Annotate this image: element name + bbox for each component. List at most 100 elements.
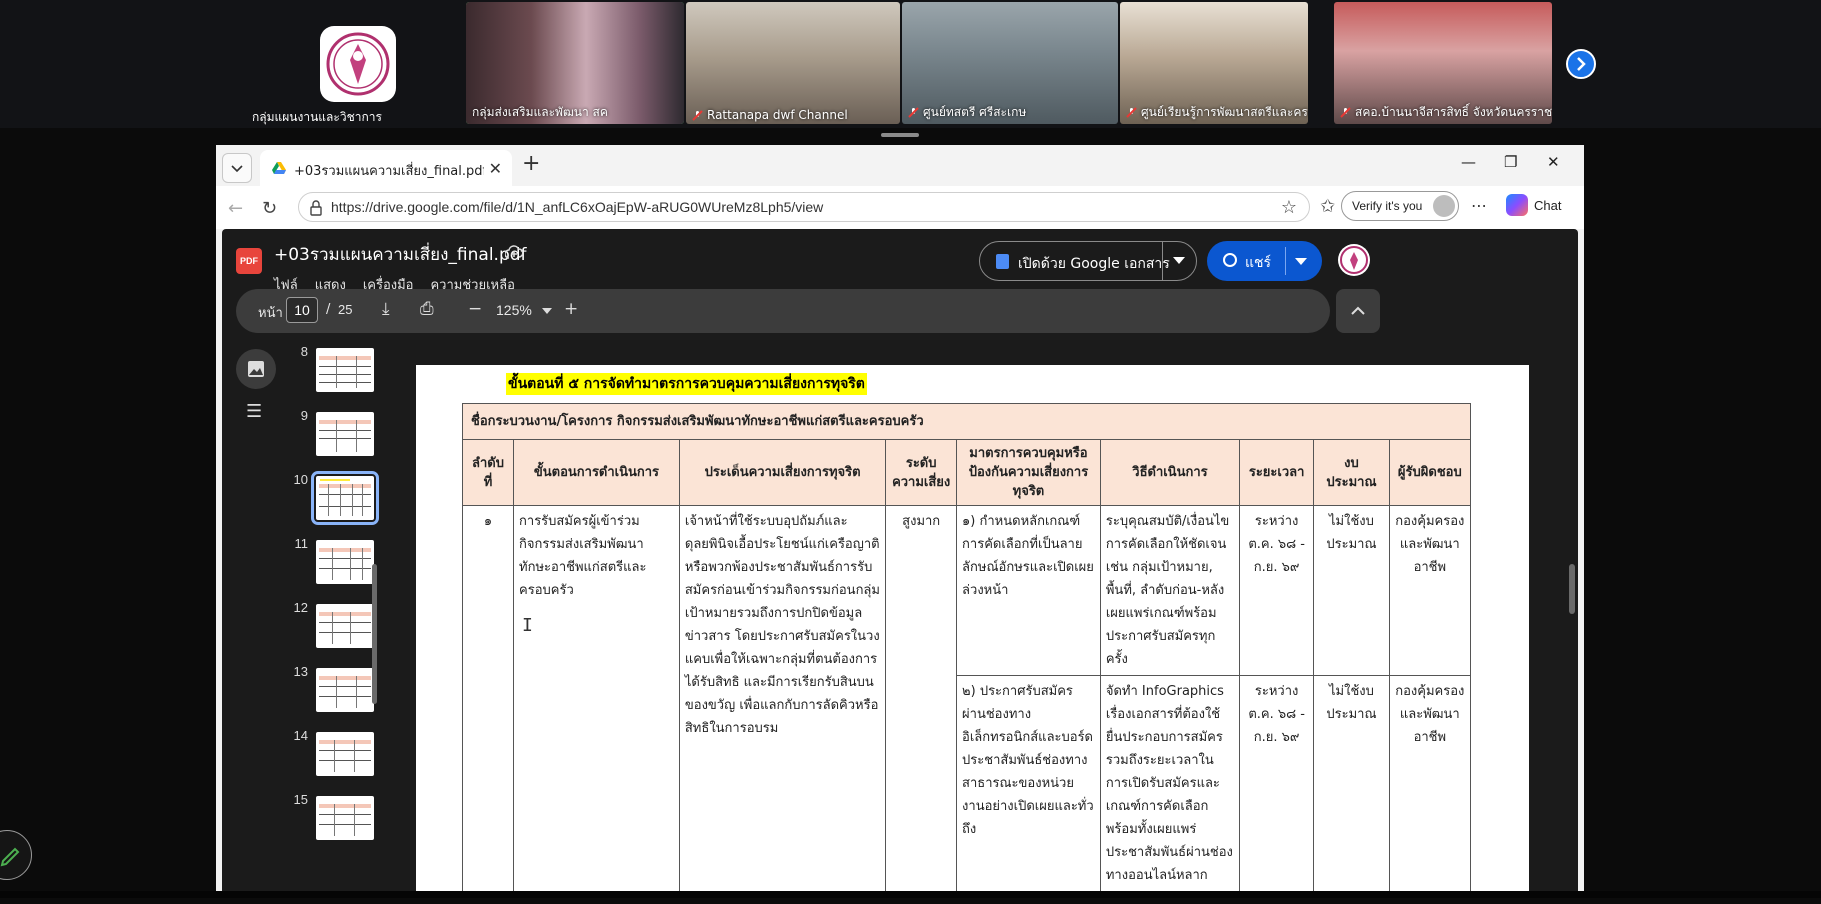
zoom-dropdown-icon[interactable] <box>542 308 552 314</box>
participant-tile[interactable]: Rattanapa dwf Channel <box>686 2 900 124</box>
column-header: ประเด็นความเสี่ยงการทุจริต <box>678 439 887 506</box>
more-options-icon[interactable]: ⋯ <box>1471 196 1487 215</box>
column-header: ผู้รับผิดชอบ <box>1388 439 1472 506</box>
page-thumbnail[interactable] <box>316 732 374 776</box>
globe-icon <box>1223 253 1237 267</box>
pencil-icon <box>0 847 20 867</box>
zoom-in-icon[interactable]: + <box>564 299 578 319</box>
page-label: หน้า <box>258 306 283 321</box>
thumbnail-page-number: 8 <box>300 344 308 359</box>
text-cursor-icon: I <box>522 615 533 636</box>
risk-level: สูงมาก <box>885 505 958 898</box>
account-avatar[interactable] <box>1338 244 1370 276</box>
close-window-icon[interactable]: ✕ <box>1547 153 1560 171</box>
google-docs-icon <box>996 254 1009 269</box>
next-participants-button[interactable] <box>1566 49 1596 79</box>
chevron-up-icon <box>1351 306 1365 315</box>
open-with-google-docs-button[interactable]: เปิดด้วย Google เอกสาร <box>979 241 1197 281</box>
risk-issue: เจ้าหน้าที่ใช้ระบบอุปถัมภ์และดุลยพินิจเอ… <box>678 505 887 898</box>
page-number-input[interactable]: 10 <box>286 297 318 323</box>
step-heading: ขั้นตอนที่ ๕ การจัดทำมาตรการควบคุมความเส… <box>506 373 867 395</box>
responsible-unit: กองคุ้มครองและพัฒนาอาชีพ <box>1388 505 1472 676</box>
implementation-method: จัดทำ InfoGraphics เรื่องเอกสารที่ต้องใช… <box>1099 675 1241 898</box>
add-to-drive-icon[interactable] <box>505 244 523 260</box>
thumbnails-scrollbar[interactable] <box>372 564 377 704</box>
reload-icon[interactable]: ↻ <box>262 198 277 219</box>
divider <box>1162 242 1163 280</box>
outline-list-icon[interactable]: ☰ <box>246 401 262 422</box>
participant-tile[interactable]: ศูนย์เรียนรู้การพัฒนาสตรีและครอบครัว... <box>1120 2 1308 124</box>
mic-muted-icon <box>1340 107 1351 118</box>
share-dropdown-icon[interactable] <box>1295 258 1307 265</box>
pdf-page: ขั้นตอนที่ ๕ การจัดทำมาตรการควบคุมความเส… <box>416 365 1529 898</box>
tab-title: +03รวมแผนความเสี่ยง_final.pdf - Goo <box>294 164 484 179</box>
page-thumbnails: 8 9 10 11 12 13 14 15 <box>282 344 379 904</box>
column-header: ระยะเวลา <box>1239 439 1315 506</box>
verify-profile-button[interactable]: Verify it's you <box>1341 191 1459 221</box>
chevron-right-icon <box>1577 57 1586 71</box>
chevron-down-icon <box>231 165 243 173</box>
thumbnail-page-number: 10 <box>293 472 308 487</box>
close-tab-icon[interactable]: ✕ <box>489 159 502 178</box>
address-bar[interactable]: https://drive.google.com/file/d/1N_anfLC… <box>298 192 1310 222</box>
participant-name: สคอ.บ้านนาจีสารสิทธิ์ จังหวัดนครราชสีมา <box>1355 105 1552 119</box>
budget: ไม่ใช้งบประมาณ <box>1313 505 1390 676</box>
new-tab-button[interactable]: + <box>522 151 540 176</box>
address-bar-row: ← ↻ https://drive.google.com/file/d/1N_a… <box>216 186 1584 229</box>
minimize-icon[interactable]: — <box>1461 153 1476 171</box>
participant-tile[interactable]: สคอ.บ้านนาจีสารสิทธิ์ จังหวัดนครราชสีมา <box>1334 2 1552 124</box>
copilot-chat-button[interactable]: Chat <box>1506 194 1561 216</box>
verify-label: Verify it's you <box>1352 199 1423 213</box>
mic-muted-icon <box>1126 107 1137 118</box>
open-with-dropdown-icon[interactable] <box>1173 257 1185 264</box>
pdf-file-icon: PDF <box>236 248 262 274</box>
annotate-pen-button[interactable] <box>0 830 32 880</box>
process-step: การรับสมัครผู้เข้าร่วมกิจกรรมส่งเสริมพัฒ… <box>513 505 680 898</box>
participant-tile[interactable]: ศูนย์ทสตรี ศรีสะเกษ <box>902 2 1118 124</box>
zoom-level[interactable]: 125% <box>496 302 532 318</box>
column-header: มาตรการควบคุมหรือป้องกันความเสี่ยงการทุจ… <box>956 439 1101 506</box>
page-thumbnail[interactable] <box>316 668 374 712</box>
thumbnail-page-number: 15 <box>293 792 308 807</box>
table-caption: ชื่อกระบวนงาน/โครงการ กิจกรรมส่งเสริมพัฒ… <box>462 403 1471 440</box>
print-icon[interactable]: ⎙ <box>420 299 434 319</box>
page-thumbnail[interactable] <box>316 796 374 840</box>
favorites-icon[interactable]: ✩ <box>1320 196 1335 217</box>
thumbnails-toggle-button[interactable] <box>236 349 276 389</box>
page-thumbnail[interactable] <box>316 604 374 648</box>
control-measure: ๑) กำหนดหลักเกณฑ์การคัดเลือกที่เป็นลายลั… <box>956 505 1101 676</box>
back-icon[interactable]: ← <box>228 198 243 219</box>
browser-tab[interactable]: +03รวมแผนความเสี่ยง_final.pdf - Goo ✕ <box>260 150 512 186</box>
page-thumbnail[interactable] <box>316 412 374 456</box>
document-scrollbar[interactable] <box>1569 564 1575 614</box>
table-row: ๑ การรับสมัครผู้เข้าร่วมกิจกรรมส่งเสริมพ… <box>461 505 1472 898</box>
collapse-header-button[interactable] <box>1336 289 1380 333</box>
thumbnail-page-number: 12 <box>293 600 308 615</box>
participant-tile[interactable]: กลุ่มส่งเสริมและพัฒนา สค <box>466 2 684 124</box>
bookmark-star-icon[interactable]: ☆ <box>1281 197 1297 218</box>
thumbnail-page-number: 14 <box>293 728 308 743</box>
page-thumbnail[interactable] <box>316 348 374 392</box>
self-name: กลุ่มแผนงานและวิชาการ <box>252 110 382 124</box>
site-info-icon[interactable] <box>309 200 323 216</box>
file-name: +03รวมแผนความเสี่ยง_final.pdf <box>274 245 527 265</box>
self-tile[interactable]: กลุ่มแผนงานและวิชาการ <box>248 2 398 124</box>
zoom-out-icon[interactable]: − <box>468 299 482 319</box>
bottom-bar <box>0 891 1821 898</box>
responsible-unit: กองคุ้มครองและพัฒนาอาชีพ <box>1388 675 1472 898</box>
download-icon[interactable]: ⤓ <box>382 299 390 319</box>
table-header-row: ลำดับที่ ขั้นตอนการดำเนินการ ประเด็นความ… <box>461 439 1472 506</box>
page-thumbnail[interactable] <box>316 540 374 584</box>
page-thumbnail-selected[interactable] <box>311 471 379 525</box>
restore-icon[interactable]: ❐ <box>1504 153 1517 171</box>
url-text: https://drive.google.com/file/d/1N_anfLC… <box>331 199 824 215</box>
implementation-method: ระบุคุณสมบัติ/เงื่อนไขการคัดเลือกให้ชัดเ… <box>1099 505 1241 676</box>
thumbnail-page-number: 13 <box>293 664 308 679</box>
thumbnail-page-number: 9 <box>300 408 308 423</box>
strip-drag-handle[interactable] <box>881 133 919 137</box>
share-button[interactable]: แชร์ <box>1207 241 1322 281</box>
copilot-icon <box>1506 194 1528 216</box>
tab-actions-menu[interactable] <box>222 153 252 183</box>
column-header: งบประมาณ <box>1313 439 1390 506</box>
column-header: ขั้นตอนการดำเนินการ <box>513 439 680 506</box>
